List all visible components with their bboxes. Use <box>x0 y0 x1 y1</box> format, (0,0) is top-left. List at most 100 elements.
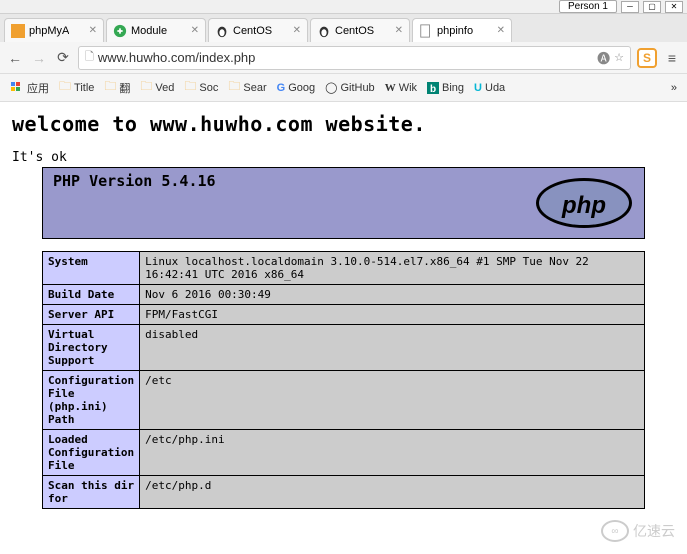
bookmark-label: Ved <box>155 82 174 94</box>
folder-icon: 🗀 <box>140 77 152 98</box>
bookmark-label: Sear <box>243 82 266 94</box>
navigation-toolbar: ← → ⟳ 🗋 www.huwho.com/index.php 🅐 ☆ S ≡ <box>0 42 687 74</box>
minimize-button[interactable]: ─ <box>621 1 639 13</box>
bookmark-uda[interactable]: UUda <box>470 80 509 96</box>
table-row: Build DateNov 6 2016 00:30:49 <box>43 285 645 305</box>
google-icon: G <box>277 82 286 94</box>
close-icon[interactable]: ✕ <box>497 25 505 36</box>
github-icon: ◯ <box>325 81 337 94</box>
table-row: Virtual Directory Supportdisabled <box>43 325 645 371</box>
php-logo-icon: php <box>534 176 634 231</box>
tab-phpmyadmin[interactable]: phpMyA ✕ <box>4 18 104 42</box>
tab-centos-2[interactable]: CentOS ✕ <box>310 18 410 42</box>
url-text: www.huwho.com/index.php <box>98 50 593 65</box>
close-icon[interactable]: ✕ <box>191 25 199 36</box>
tab-phpinfo[interactable]: phpinfo ✕ <box>412 18 512 42</box>
tab-strip: phpMyA ✕ Module ✕ CentOS ✕ CentOS ✕ phpi… <box>0 14 687 42</box>
php-version: PHP Version 5.4.16 <box>53 172 216 190</box>
watermark: ∞ 亿速云 <box>601 520 675 542</box>
profile-badge[interactable]: Person 1 <box>559 0 617 13</box>
info-value: /etc/php.d <box>140 476 645 509</box>
table-row: Configuration File (php.ini) Path/etc <box>43 371 645 430</box>
tab-module[interactable]: Module ✕ <box>106 18 206 42</box>
svg-text:b: b <box>430 84 436 94</box>
apps-icon <box>10 81 24 95</box>
bookmark-wiki[interactable]: WWik <box>381 80 421 96</box>
reload-button[interactable]: ⟳ <box>54 49 72 67</box>
bookmark-google[interactable]: GGoog <box>273 80 319 96</box>
page-icon <box>419 24 433 38</box>
folder-icon: 🗀 <box>228 77 240 98</box>
watermark-text: 亿速云 <box>633 521 675 541</box>
info-value: FPM/FastCGI <box>140 305 645 325</box>
window-titlebar: Person 1 ─ ▢ ✕ <box>0 0 687 14</box>
menu-button[interactable]: ≡ <box>663 49 681 67</box>
tab-label: CentOS <box>233 25 272 37</box>
tab-label: CentOS <box>335 25 374 37</box>
bookmark-soc[interactable]: 🗀Soc <box>180 75 222 100</box>
info-value: /etc <box>140 371 645 430</box>
folder-icon: 🗀 <box>59 77 71 98</box>
page-icon: 🗋 <box>85 48 94 67</box>
svg-text:S: S <box>643 51 651 65</box>
svg-text:php: php <box>561 192 606 219</box>
bookmark-label: Goog <box>288 82 315 94</box>
info-key: Virtual Directory Support <box>43 325 140 371</box>
back-button[interactable]: ← <box>6 49 24 67</box>
bookmark-ved[interactable]: 🗀Ved <box>136 75 178 100</box>
info-value: disabled <box>140 325 645 371</box>
tab-label: Module <box>131 25 167 37</box>
phpinfo-table: SystemLinux localhost.localdomain 3.10.0… <box>42 251 645 509</box>
close-icon[interactable]: ✕ <box>293 25 301 36</box>
bookmark-label: Uda <box>485 82 505 94</box>
bookmark-label: 翻 <box>119 80 130 96</box>
bookmark-bar: 应用 🗀Title 🗀翻 🗀Ved 🗀Soc 🗀Sear GGoog ◯GitH… <box>0 74 687 102</box>
penguin-icon <box>215 24 229 38</box>
table-row: SystemLinux localhost.localdomain 3.10.0… <box>43 252 645 285</box>
info-value: Linux localhost.localdomain 3.10.0-514.e… <box>140 252 645 285</box>
bookmark-label: 应用 <box>27 80 49 96</box>
extension-s-icon[interactable]: S <box>637 48 657 68</box>
bookmark-bing[interactable]: b Bing <box>423 80 468 96</box>
php-header: PHP Version 5.4.16 php <box>42 167 645 239</box>
bookmark-github[interactable]: ◯GitHub <box>321 79 379 96</box>
info-key: Server API <box>43 305 140 325</box>
folder-icon: 🗀 <box>104 77 116 98</box>
its-ok-text: It's ok <box>12 150 675 165</box>
info-key: Loaded Configuration File <box>43 430 140 476</box>
maximize-button[interactable]: ▢ <box>643 1 661 13</box>
close-icon[interactable]: ✕ <box>89 25 97 36</box>
uda-icon: U <box>474 82 482 94</box>
info-key: Configuration File (php.ini) Path <box>43 371 140 430</box>
apps-bookmark[interactable]: 应用 <box>6 78 53 98</box>
table-row: Scan this dir for/etc/php.d <box>43 476 645 509</box>
bookmark-sear[interactable]: 🗀Sear <box>224 75 270 100</box>
info-value: /etc/php.ini <box>140 430 645 476</box>
penguin-icon <box>317 24 331 38</box>
page-title: welcome to www.huwho.com website. <box>12 112 675 136</box>
bookmark-label: Bing <box>442 82 464 94</box>
bookmark-overflow[interactable]: » <box>667 80 681 96</box>
page-content: welcome to www.huwho.com website. It's o… <box>0 102 687 519</box>
tab-label: phpinfo <box>437 25 473 37</box>
address-bar[interactable]: 🗋 www.huwho.com/index.php 🅐 ☆ <box>78 46 631 70</box>
wiki-icon: W <box>385 82 396 94</box>
phpinfo-block: PHP Version 5.4.16 php SystemLinux local… <box>42 167 645 509</box>
phpmyadmin-icon <box>11 24 25 38</box>
bookmark-title[interactable]: 🗀Title <box>55 75 98 100</box>
folder-icon: 🗀 <box>184 77 196 98</box>
table-row: Loaded Configuration File/etc/php.ini <box>43 430 645 476</box>
star-icon[interactable]: ☆ <box>614 51 624 64</box>
info-key: Scan this dir for <box>43 476 140 509</box>
close-window-button[interactable]: ✕ <box>665 1 683 13</box>
google-icon <box>113 24 127 38</box>
bookmark-fan[interactable]: 🗀翻 <box>100 75 134 100</box>
bookmark-label: Wik <box>399 82 417 94</box>
tab-centos-1[interactable]: CentOS ✕ <box>208 18 308 42</box>
bookmark-label: Title <box>74 82 94 94</box>
translate-icon[interactable]: 🅐 <box>597 48 610 67</box>
tab-label: phpMyA <box>29 25 69 37</box>
bing-icon: b <box>427 82 439 94</box>
forward-button[interactable]: → <box>30 49 48 67</box>
close-icon[interactable]: ✕ <box>395 25 403 36</box>
